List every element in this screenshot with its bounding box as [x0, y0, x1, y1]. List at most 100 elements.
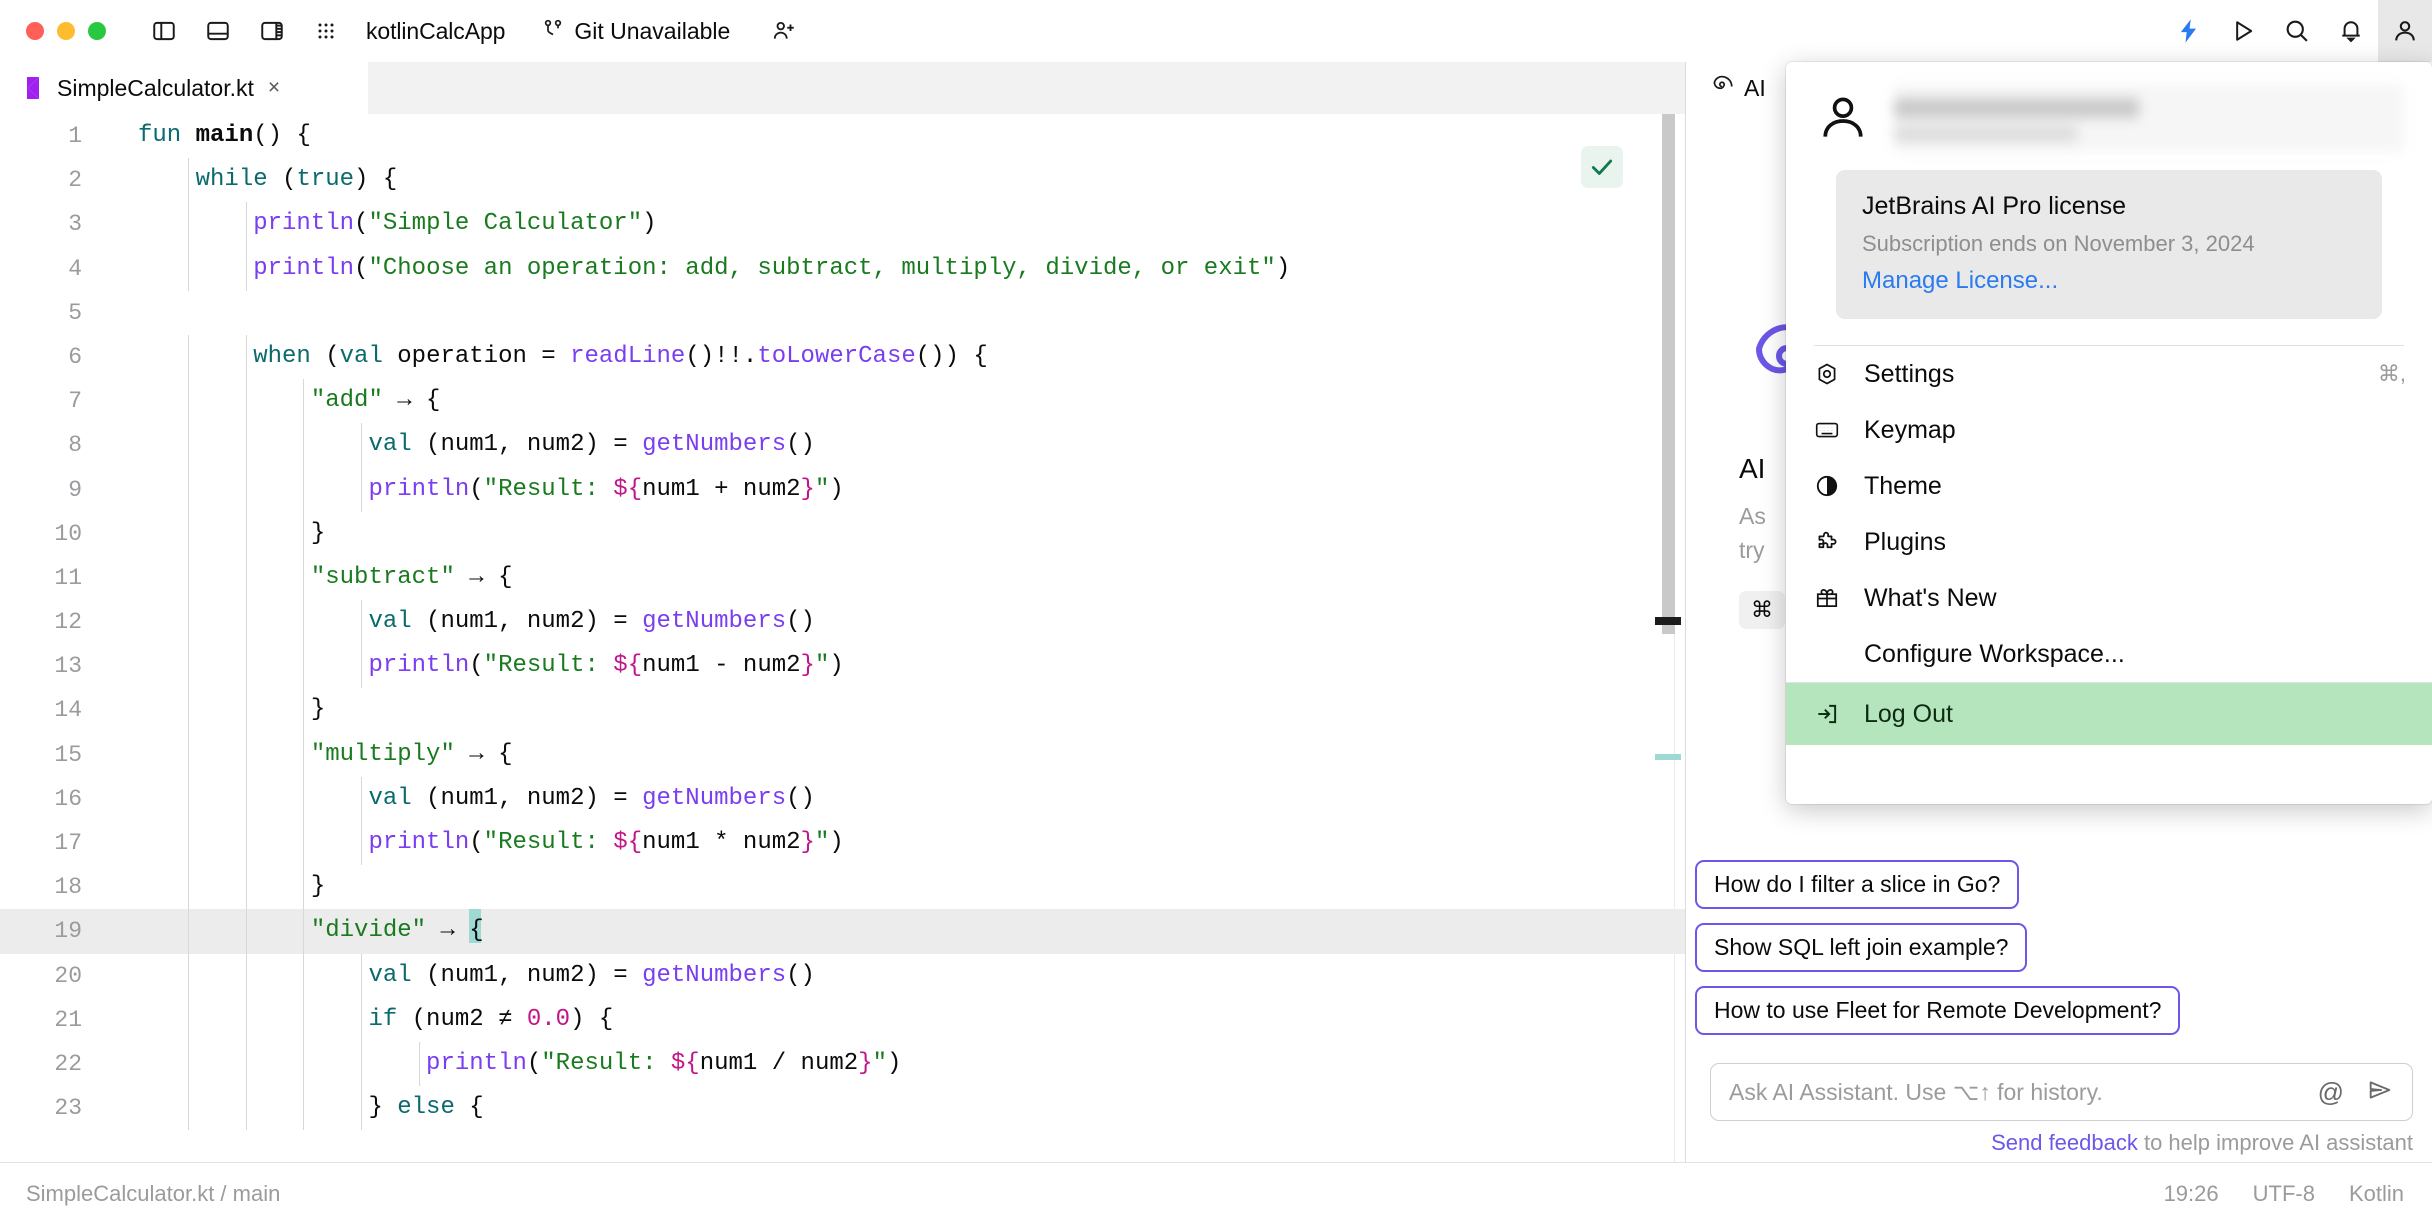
right-panel-icon[interactable] [252, 11, 292, 51]
indent-guide [303, 997, 305, 1042]
code-line[interactable]: 16 val (num1, num2) = getNumbers() [0, 776, 1685, 821]
ai-ask-box[interactable]: @ [1710, 1063, 2413, 1121]
account-menu-items: Settings ⌘, Keymap Theme Plugins What's New Co… [1786, 346, 2432, 682]
menu-item-plugins[interactable]: Plugins [1786, 514, 2432, 570]
minimize-window-button[interactable] [57, 22, 75, 40]
menu-item-log-out[interactable]: Log Out [1786, 683, 2432, 745]
code-line[interactable]: 19 "divide" → { [0, 909, 1685, 954]
left-panel-icon[interactable] [144, 11, 184, 51]
code-line[interactable]: 4 println("Choose an operation: add, sub… [0, 246, 1685, 291]
editor-tab-simplecalculator[interactable]: SimpleCalculator.kt × [0, 62, 368, 114]
code-text[interactable]: } [96, 865, 325, 910]
code-text[interactable]: println("Result: ${num1 / num2}") [96, 1041, 901, 1087]
code-text[interactable]: println("Result: ${num1 * num2}") [96, 821, 844, 866]
grid-icon[interactable] [306, 11, 346, 51]
manage-license-link[interactable]: Manage License... [1862, 267, 2356, 295]
indent-guide [361, 997, 363, 1042]
code-text[interactable]: val (num1, num2) = getNumbers() [96, 953, 815, 998]
code-text[interactable] [96, 291, 138, 335]
mention-icon[interactable]: @ [2318, 1077, 2344, 1108]
account-icon[interactable] [2378, 0, 2432, 62]
code-text[interactable]: "add" → { [96, 379, 440, 424]
code-line[interactable]: 9 println("Result: ${num1 + num2}") [0, 467, 1685, 512]
indent-guide [245, 555, 247, 601]
indent-guide [245, 644, 247, 689]
ai-tab-label[interactable]: AI [1744, 75, 1766, 102]
status-encoding[interactable]: UTF-8 [2253, 1181, 2315, 1207]
code-line[interactable]: 23 } else { [0, 1086, 1685, 1131]
git-status[interactable]: Git Unavailable [541, 17, 730, 46]
line-number: 4 [68, 255, 82, 282]
code-text[interactable]: if (num2 ≠ 0.0) { [96, 997, 613, 1042]
ai-ask-input[interactable] [1729, 1078, 2318, 1106]
ai-bolt-icon[interactable] [2162, 0, 2216, 62]
close-window-button[interactable] [26, 22, 44, 40]
code-line[interactable]: 15 "multiply" → { [0, 732, 1685, 777]
code-line[interactable]: 2 while (true) { [0, 158, 1685, 203]
code-text[interactable]: } else { [96, 1086, 484, 1131]
code-line[interactable]: 1 fun main() { [0, 114, 1685, 158]
ai-suggestion-chip[interactable]: Show SQL left join example? [1695, 923, 2028, 972]
title-bar: kotlinCalcApp Git Unavailable [0, 0, 2432, 62]
menu-item-what-s-new[interactable]: What's New [1786, 570, 2432, 626]
code-line[interactable]: 18 } [0, 865, 1685, 910]
logout-icon [1812, 701, 1842, 727]
maximize-window-button[interactable] [88, 22, 106, 40]
bottom-panel-icon[interactable] [198, 11, 238, 51]
code-text[interactable]: "subtract" → { [96, 555, 512, 601]
menu-item-settings[interactable]: Settings ⌘, [1786, 346, 2432, 402]
code-line[interactable]: 21 if (num2 ≠ 0.0) { [0, 997, 1685, 1042]
menu-item-keymap[interactable]: Keymap [1786, 402, 2432, 458]
code-text[interactable]: when (val operation = readLine()!!.toLow… [96, 334, 988, 380]
code-text[interactable]: "divide" → { [96, 909, 484, 954]
code-line[interactable]: 12 val (num1, num2) = getNumbers() [0, 600, 1685, 645]
code-line[interactable]: 8 val (num1, num2) = getNumbers() [0, 423, 1685, 468]
code-line[interactable]: 17 println("Result: ${num1 * num2}") [0, 821, 1685, 866]
ai-suggestion-row: How do I filter a slice in Go? [1695, 860, 2432, 923]
code-text[interactable]: println("Result: ${num1 - num2}") [96, 644, 844, 689]
add-person-icon[interactable] [764, 11, 804, 51]
close-icon[interactable]: × [268, 76, 280, 100]
search-icon[interactable] [2270, 0, 2324, 62]
code-text[interactable]: println("Result: ${num1 + num2}") [96, 467, 844, 512]
code-line[interactable]: 13 println("Result: ${num1 - num2}") [0, 644, 1685, 689]
send-icon[interactable] [2366, 1076, 2394, 1109]
menu-item-theme[interactable]: Theme [1786, 458, 2432, 514]
project-name[interactable]: kotlinCalcApp [366, 18, 505, 45]
code-line[interactable]: 3 println("Simple Calculator") [0, 202, 1685, 247]
code-text[interactable]: println("Choose an operation: add, subtr… [96, 246, 1290, 291]
code-text[interactable]: val (num1, num2) = getNumbers() [96, 423, 815, 468]
code-text[interactable]: while (true) { [96, 158, 397, 203]
code-editor[interactable]: 1 fun main() {2 while (true) {3 println("… [0, 114, 1685, 1162]
code-line[interactable]: 22 println("Result: ${num1 / num2}") [0, 1041, 1685, 1087]
send-feedback-link[interactable]: Send feedback [1991, 1130, 2138, 1155]
breadcrumb[interactable]: SimpleCalculator.kt / main [26, 1181, 280, 1207]
code-line[interactable]: 10 } [0, 511, 1685, 556]
indent-guide [361, 953, 363, 998]
menu-item-configure-workspace[interactable]: Configure Workspace... [1786, 626, 2432, 682]
status-language[interactable]: Kotlin [2349, 1181, 2404, 1207]
run-icon[interactable] [2216, 0, 2270, 62]
indent-guide [187, 246, 189, 291]
code-text[interactable]: "multiply" → { [96, 732, 512, 777]
ai-suggestion-list: How do I filter a slice in Go? Show SQL l… [1695, 860, 2432, 1049]
editor-tab-label: SimpleCalculator.kt [57, 74, 254, 101]
code-text[interactable]: } [96, 688, 325, 733]
code-line[interactable]: 20 val (num1, num2) = getNumbers() [0, 953, 1685, 998]
code-text[interactable]: println("Simple Calculator") [96, 202, 657, 247]
ai-suggestion-chip[interactable]: How do I filter a slice in Go? [1695, 860, 2020, 909]
ai-suggestion-chip[interactable]: How to use Fleet for Remote Development? [1695, 986, 2181, 1035]
code-line[interactable]: 6 when (val operation = readLine()!!.toL… [0, 334, 1685, 380]
code-line[interactable]: 5 [0, 291, 1685, 335]
code-text[interactable]: } [96, 511, 325, 556]
editor-scrollbar-thumb[interactable] [1662, 114, 1675, 634]
code-text[interactable]: val (num1, num2) = getNumbers() [96, 776, 815, 821]
inspection-status-badge[interactable] [1581, 146, 1623, 188]
code-line[interactable]: 7 "add" → { [0, 379, 1685, 424]
bell-icon[interactable] [2324, 0, 2378, 62]
code-text[interactable]: val (num1, num2) = getNumbers() [96, 600, 815, 645]
code-line[interactable]: 11 "subtract" → { [0, 555, 1685, 601]
code-text[interactable]: fun main() { [96, 114, 311, 158]
line-number: 22 [54, 1050, 82, 1077]
code-line[interactable]: 14 } [0, 688, 1685, 733]
